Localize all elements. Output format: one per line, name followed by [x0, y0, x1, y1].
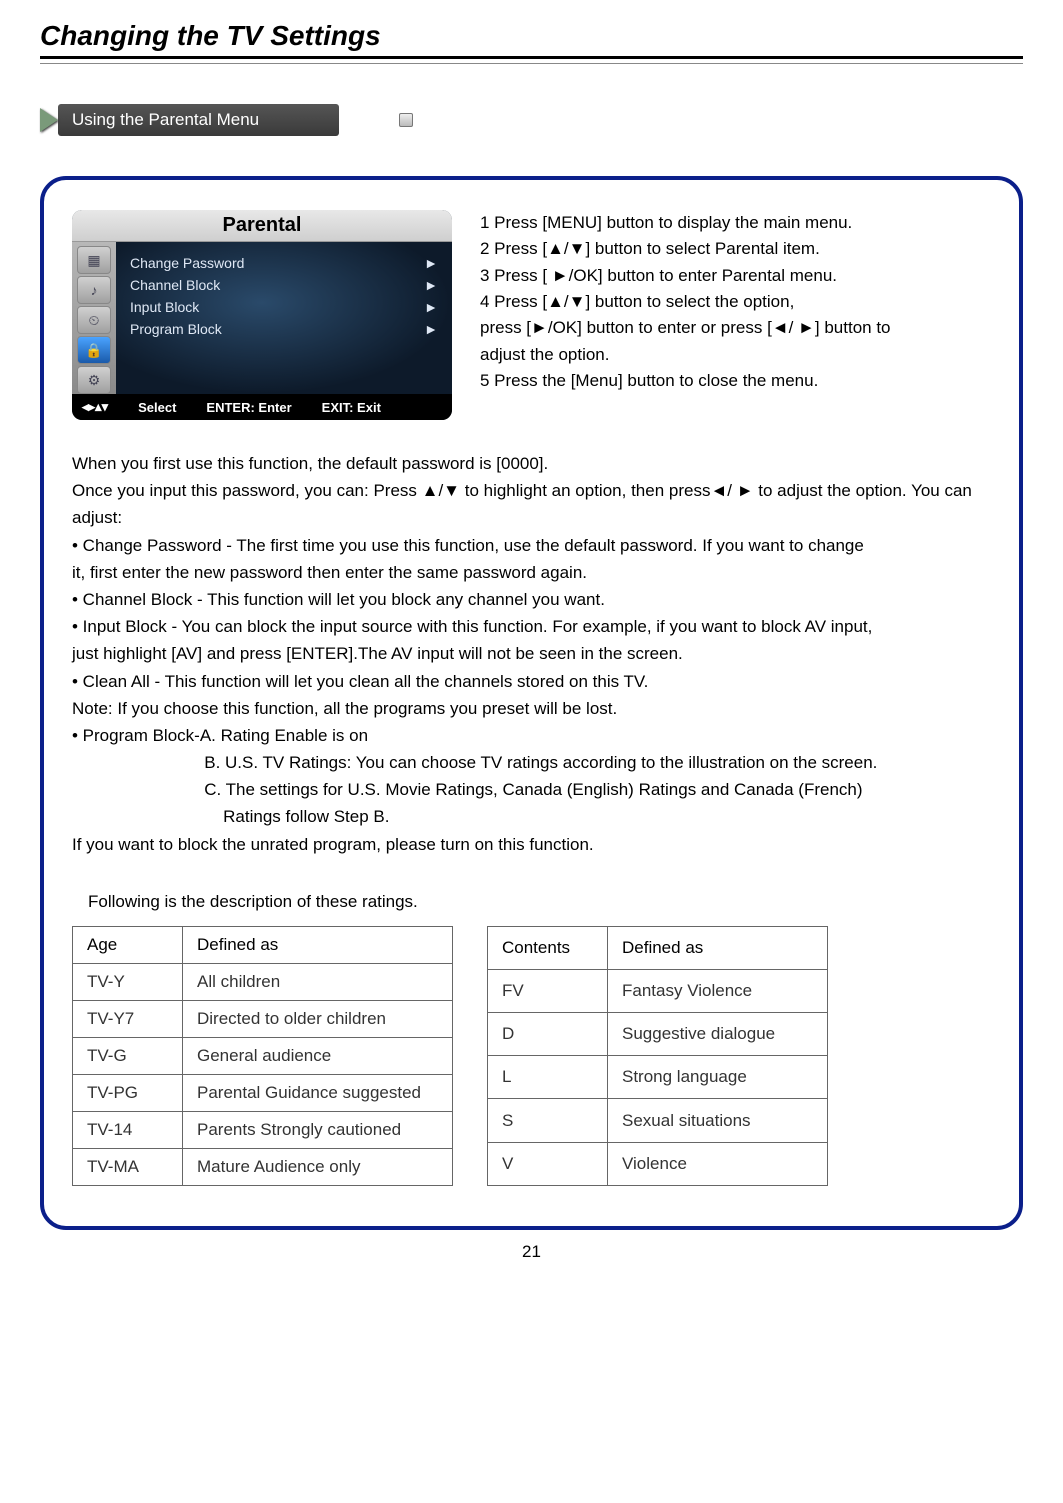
cell: TV-Y	[73, 963, 183, 1000]
cell: Violence	[608, 1142, 828, 1185]
osd-item-label: Channel Block	[130, 277, 220, 293]
content-frame: Parental ▦ ♪ ⏲ 🔒 ⚙ Change Password ► Cha…	[40, 176, 1023, 1230]
table-header: Defined as	[183, 926, 453, 963]
cell: V	[488, 1142, 608, 1185]
body-line: • Channel Block - This function will let…	[72, 586, 991, 613]
cell: TV-Y7	[73, 1000, 183, 1037]
chevron-right-icon: ►	[424, 255, 438, 271]
osd-item[interactable]: Program Block ►	[130, 318, 438, 340]
cell: Fantasy Violence	[608, 969, 828, 1012]
osd-item[interactable]: Input Block ►	[130, 296, 438, 318]
body-line: Once you input this password, you can: P…	[72, 477, 991, 531]
osd-icon-time[interactable]: ⏲	[77, 306, 111, 334]
cell: FV	[488, 969, 608, 1012]
table-row: LStrong language	[488, 1056, 828, 1099]
cell: General audience	[183, 1037, 453, 1074]
step-line: adjust the option.	[480, 342, 991, 368]
cell: Mature Audience only	[183, 1148, 453, 1185]
page-number: 21	[40, 1242, 1023, 1262]
table-row: SSexual situations	[488, 1099, 828, 1142]
osd-item-label: Input Block	[130, 299, 199, 315]
table-row: TV-PGParental Guidance suggested	[73, 1074, 453, 1111]
cell: Parental Guidance suggested	[183, 1074, 453, 1111]
cell: S	[488, 1099, 608, 1142]
table-header: Age	[73, 926, 183, 963]
osd-item[interactable]: Change Password ►	[130, 252, 438, 274]
step-line: 4 Press [▲/▼] button to select the optio…	[480, 289, 991, 315]
osd-title: Parental	[72, 210, 452, 242]
body-line: it, first enter the new password then en…	[72, 559, 991, 586]
cell: Strong language	[608, 1056, 828, 1099]
section-banner: Using the Parental Menu	[40, 104, 1023, 136]
body-line: • Clean All - This function will let you…	[72, 668, 991, 695]
osd-icon-picture[interactable]: ▦	[77, 246, 111, 274]
cell: Directed to older children	[183, 1000, 453, 1037]
table-row: TV-14Parents Strongly cautioned	[73, 1111, 453, 1148]
cell: D	[488, 1013, 608, 1056]
chevron-right-icon: ►	[424, 277, 438, 293]
body-line: just highlight [AV] and press [ENTER].Th…	[72, 640, 991, 667]
table-header: Contents	[488, 926, 608, 969]
steps-list: 1 Press [MENU] button to display the mai…	[480, 210, 991, 420]
step-line: press [►/OK] button to enter or press [◄…	[480, 315, 991, 341]
osd-menu: Parental ▦ ♪ ⏲ 🔒 ⚙ Change Password ► Cha…	[72, 210, 452, 420]
body-line: • Change Password - The first time you u…	[72, 532, 991, 559]
ratings-intro: Following is the description of these ra…	[88, 892, 991, 912]
table-header: Defined as	[608, 926, 828, 969]
cell: Parents Strongly cautioned	[183, 1111, 453, 1148]
osd-icon-setup[interactable]: ⚙	[77, 366, 111, 394]
osd-footer-exit: EXIT: Exit	[322, 400, 381, 415]
cell: TV-PG	[73, 1074, 183, 1111]
body-text: When you first use this function, the de…	[72, 450, 991, 858]
page-title: Changing the TV Settings	[40, 20, 1023, 59]
step-line: 2 Press [▲/▼] button to select Parental …	[480, 236, 991, 262]
osd-icon-audio[interactable]: ♪	[77, 276, 111, 304]
body-line: If you want to block the unrated program…	[72, 831, 991, 858]
step-line: 5 Press the [Menu] button to close the m…	[480, 368, 991, 394]
chevron-right-icon: ►	[424, 321, 438, 337]
cell: Sexual situations	[608, 1099, 828, 1142]
table-row: TV-YAll children	[73, 963, 453, 1000]
age-ratings-table: Age Defined as TV-YAll children TV-Y7Dir…	[72, 926, 453, 1186]
body-line: C. The settings for U.S. Movie Ratings, …	[72, 776, 991, 803]
cell: TV-G	[73, 1037, 183, 1074]
table-row: TV-GGeneral audience	[73, 1037, 453, 1074]
osd-footer-select: Select	[138, 400, 176, 415]
step-line: 1 Press [MENU] button to display the mai…	[480, 210, 991, 236]
osd-items: Change Password ► Channel Block ► Input …	[116, 242, 452, 394]
osd-icon-parental[interactable]: 🔒	[77, 336, 111, 364]
step-line: 3 Press [ ►/OK] button to enter Parental…	[480, 263, 991, 289]
banner-arrow-icon	[40, 108, 58, 132]
cell: L	[488, 1056, 608, 1099]
cell: TV-14	[73, 1111, 183, 1148]
section-banner-label: Using the Parental Menu	[58, 104, 339, 136]
body-line: • Program Block-A. Rating Enable is on	[72, 722, 991, 749]
cell: All children	[183, 963, 453, 1000]
cell: Suggestive dialogue	[608, 1013, 828, 1056]
osd-side-icons: ▦ ♪ ⏲ 🔒 ⚙	[72, 242, 116, 394]
table-row: VViolence	[488, 1142, 828, 1185]
body-line: Note: If you choose this function, all t…	[72, 695, 991, 722]
table-row: FVFantasy Violence	[488, 969, 828, 1012]
table-row: TV-Y7Directed to older children	[73, 1000, 453, 1037]
title-underline	[40, 63, 1023, 64]
banner-trail-icon	[399, 113, 413, 127]
osd-item-label: Change Password	[130, 255, 244, 271]
body-line: • Input Block - You can block the input …	[72, 613, 991, 640]
body-line: When you first use this function, the de…	[72, 450, 991, 477]
content-ratings-table: Contents Defined as FVFantasy Violence D…	[487, 926, 828, 1186]
cell: TV-MA	[73, 1148, 183, 1185]
osd-footer: ◂▸▴▾ Select ENTER: Enter EXIT: Exit	[72, 394, 452, 420]
body-line: B. U.S. TV Ratings: You can choose TV ra…	[72, 749, 991, 776]
table-row: DSuggestive dialogue	[488, 1013, 828, 1056]
nav-arrows-icon: ◂▸▴▾	[82, 399, 108, 415]
osd-footer-enter: ENTER: Enter	[206, 400, 291, 415]
chevron-right-icon: ►	[424, 299, 438, 315]
osd-item[interactable]: Channel Block ►	[130, 274, 438, 296]
body-line: Ratings follow Step B.	[72, 803, 991, 830]
table-row: TV-MAMature Audience only	[73, 1148, 453, 1185]
osd-item-label: Program Block	[130, 321, 222, 337]
